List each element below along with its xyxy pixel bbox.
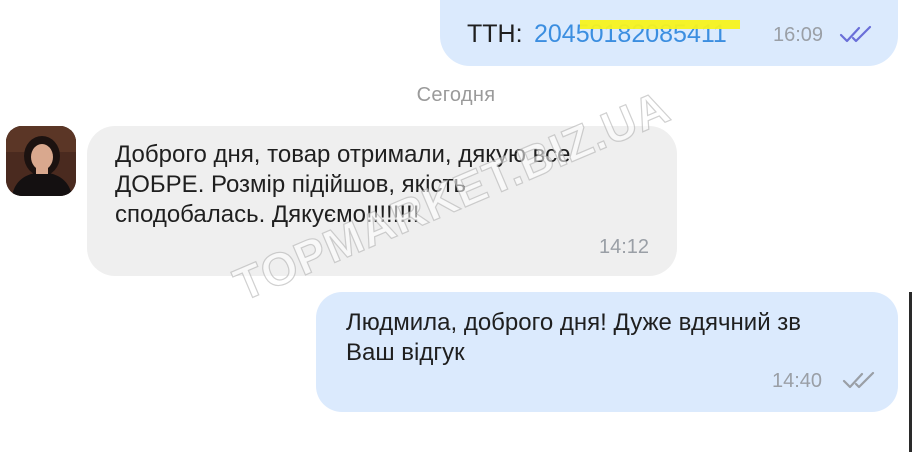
double-check-read-icon [839, 25, 872, 43]
message-bubble-outgoing-reply[interactable]: Людмила, доброго дня! Дуже вдячний зв Ва… [316, 292, 898, 412]
message-time: 16:09 [773, 24, 824, 46]
redaction-highlight [580, 20, 740, 29]
user-avatar-icon[interactable] [6, 126, 76, 196]
message-bubble-outgoing-ttn[interactable]: ТТН: 20450182085411 16:09 [440, 0, 898, 66]
message-text: Доброго дня, товар отримали, дякую все Д… [115, 141, 571, 228]
date-separator: Сегодня [416, 84, 496, 106]
message-text: Людмила, доброго дня! Дуже вдячний зв Ва… [346, 309, 802, 366]
message-time: 14:12 [599, 236, 650, 258]
avatar-photo [6, 126, 76, 196]
message-bubble-incoming[interactable]: Доброго дня, товар отримали, дякую все Д… [87, 126, 677, 276]
message-time: 14:40 [772, 370, 823, 392]
ttn-label: ТТН: [467, 20, 523, 48]
double-check-read-icon [842, 371, 875, 389]
